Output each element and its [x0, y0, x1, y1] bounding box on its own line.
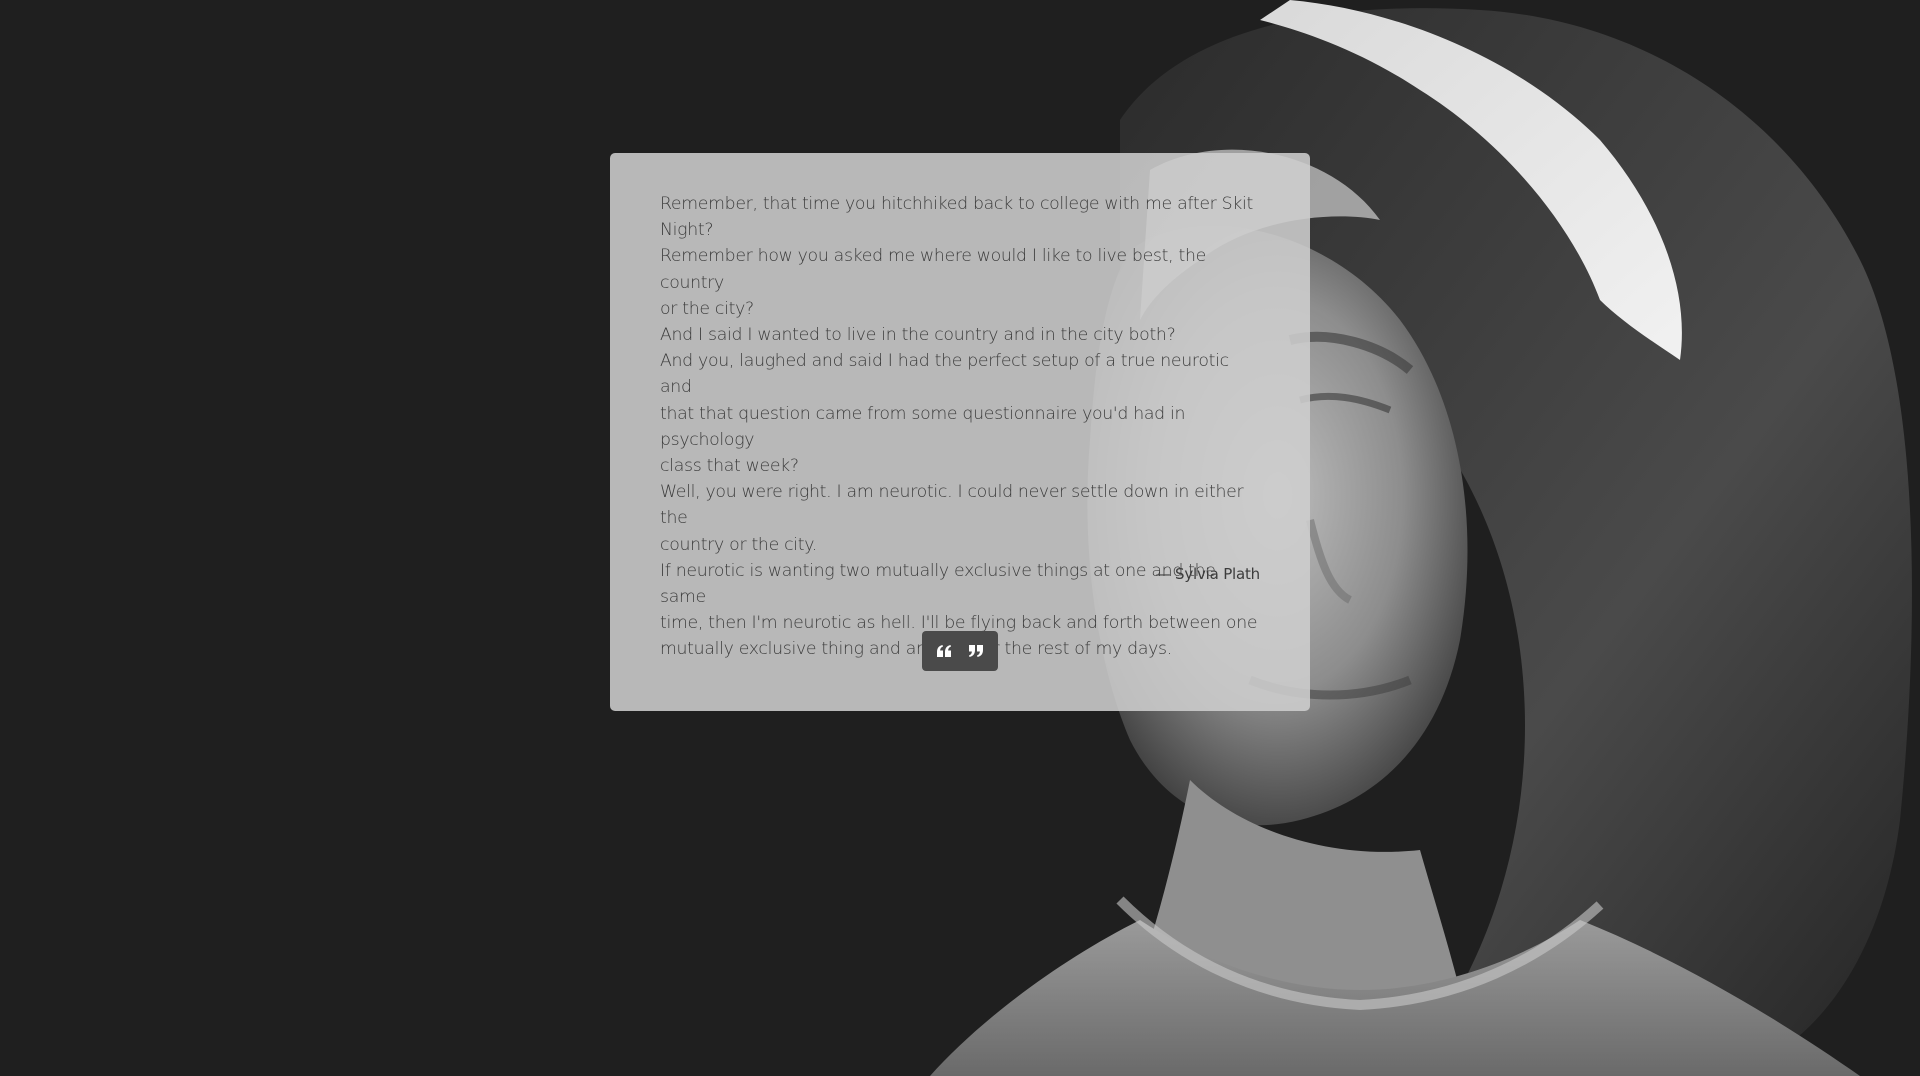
- quote-line: And I said I wanted to live in the count…: [660, 325, 1176, 346]
- quote-author: — Sylvia Plath: [1155, 565, 1261, 583]
- quote-button-group: [922, 631, 998, 671]
- quote-line: Remember, that time you hitchhiked back …: [660, 194, 1254, 214]
- next-quote-button[interactable]: [962, 637, 990, 665]
- previous-quote-button[interactable]: [930, 637, 958, 665]
- quote-line: Night?: [660, 220, 714, 241]
- quote-right-icon: [969, 645, 983, 657]
- quote-line: And you, laughed and said I had the perf…: [660, 351, 1229, 398]
- quote-line: that that question came from some questi…: [660, 403, 1186, 450]
- quote-left-icon: [937, 645, 951, 657]
- quote-line: or the city?: [660, 298, 754, 319]
- quote-line: Remember how you asked me where would I …: [660, 246, 1206, 293]
- quote-line: Well, you were right. I am neurotic. I c…: [660, 482, 1244, 529]
- quote-line: country or the city.: [660, 534, 817, 555]
- quote-text: Remember, that time you hitchhiked back …: [660, 191, 1260, 663]
- quote-card: Remember, that time you hitchhiked back …: [610, 153, 1310, 711]
- quote-line: class that week?: [660, 456, 799, 477]
